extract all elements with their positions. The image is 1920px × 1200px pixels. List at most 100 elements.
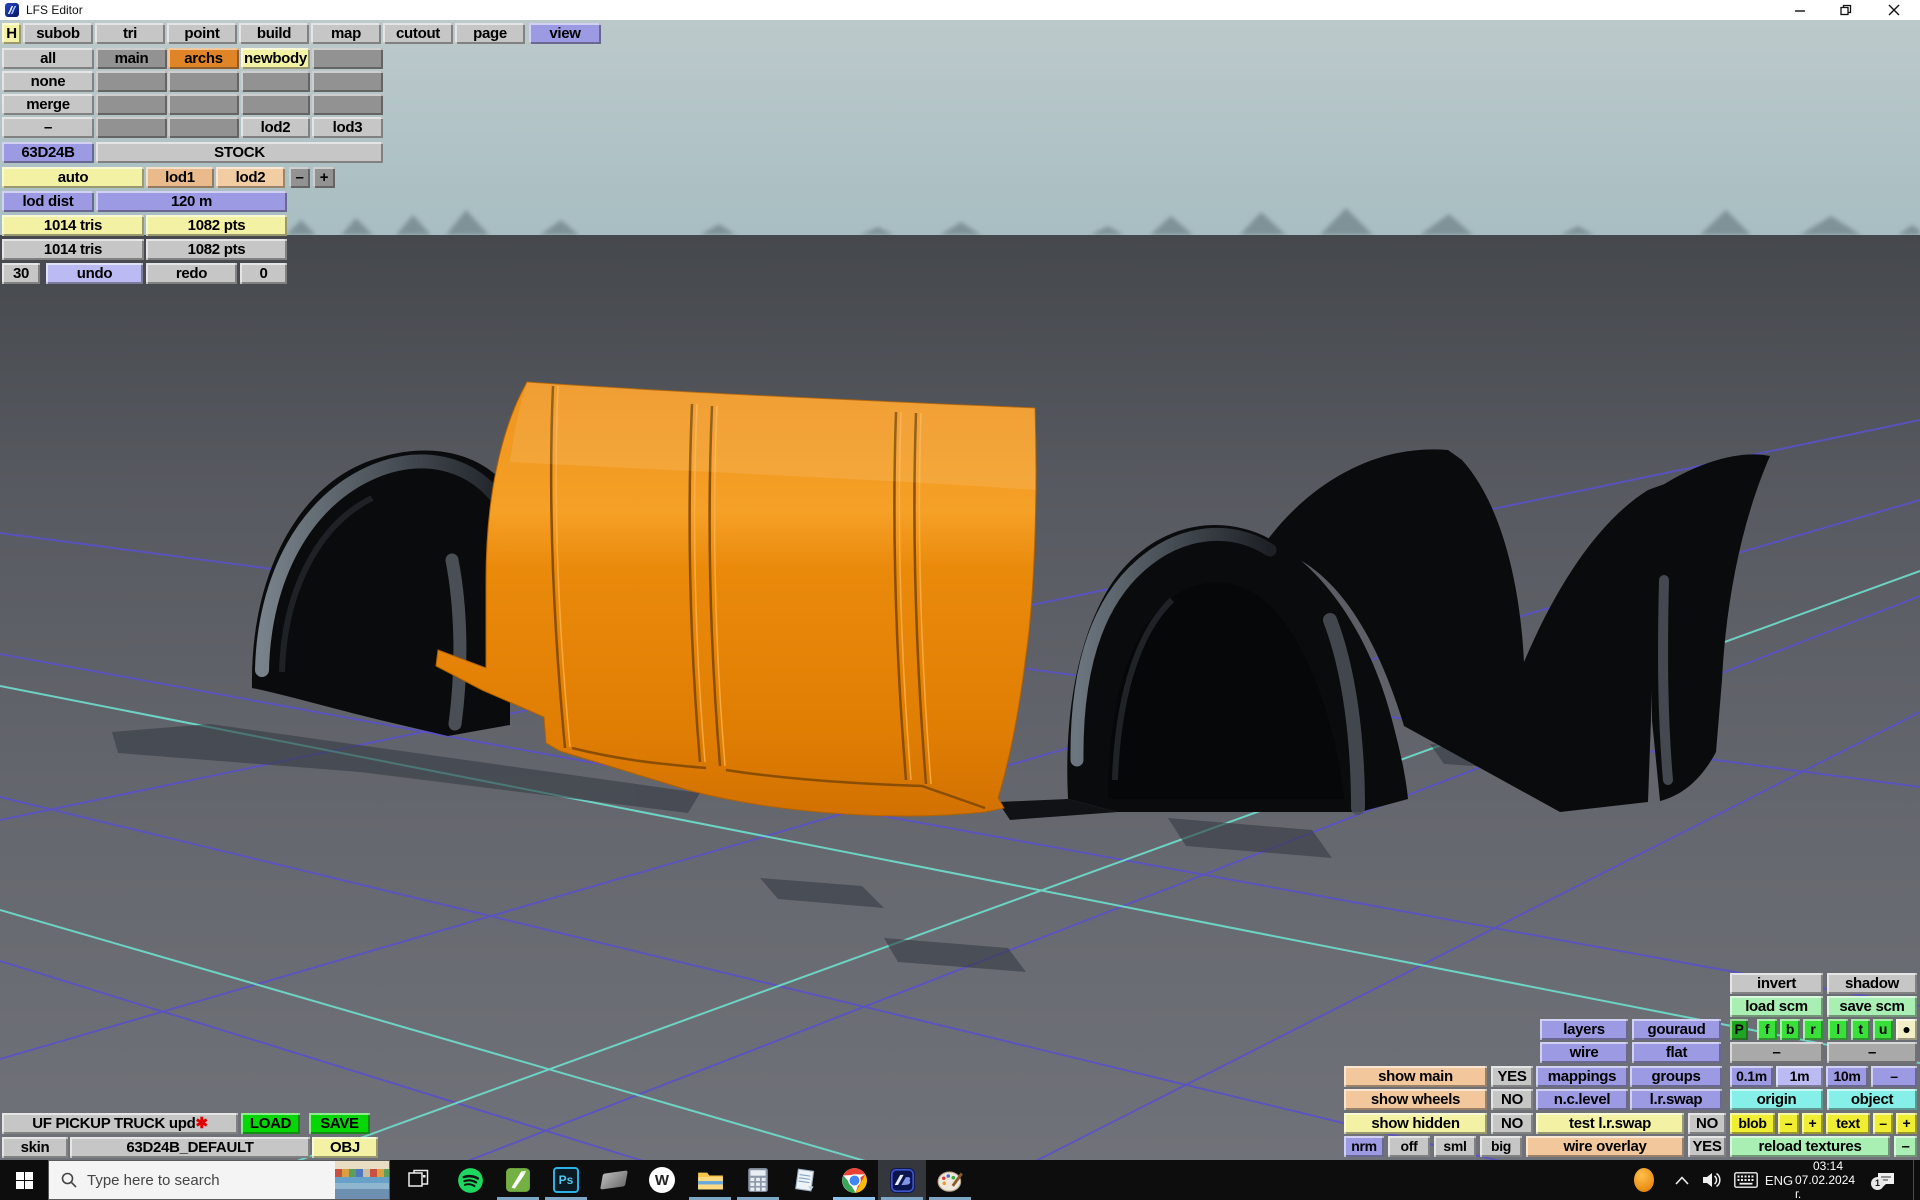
tab-cutout[interactable]: cutout bbox=[383, 23, 453, 44]
tray-touch-keyboard-button[interactable] bbox=[1728, 1160, 1764, 1200]
dash-button[interactable]: – bbox=[2, 117, 94, 138]
grid-dash-button[interactable]: – bbox=[1871, 1066, 1917, 1087]
empty-cell[interactable] bbox=[96, 94, 167, 115]
groups-button[interactable]: groups bbox=[1630, 1066, 1722, 1087]
close-button[interactable] bbox=[1872, 0, 1916, 20]
channel-l-button[interactable]: l bbox=[1828, 1019, 1848, 1040]
undo-button[interactable]: undo bbox=[46, 263, 143, 284]
mappings-button[interactable]: mappings bbox=[1536, 1066, 1628, 1087]
grid-01m-button[interactable]: 0.1m bbox=[1730, 1066, 1773, 1087]
start-button[interactable] bbox=[0, 1160, 48, 1200]
obj-button[interactable]: OBJ bbox=[312, 1137, 378, 1158]
taskbar-w-app-button[interactable]: W bbox=[638, 1160, 686, 1200]
lod3-button[interactable]: lod3 bbox=[312, 117, 383, 138]
empty-cell[interactable] bbox=[312, 94, 383, 115]
channel-r-button[interactable]: r bbox=[1803, 1019, 1823, 1040]
nrm-big-button[interactable]: big bbox=[1480, 1136, 1522, 1157]
text-button[interactable]: text bbox=[1826, 1113, 1870, 1134]
taskbar-paint-button[interactable] bbox=[926, 1160, 974, 1200]
grid-10m-button[interactable]: 10m bbox=[1826, 1066, 1868, 1087]
channel-u-button[interactable]: u bbox=[1873, 1019, 1893, 1040]
load-button[interactable]: LOAD bbox=[241, 1113, 300, 1134]
model-id-button[interactable]: 63D24B bbox=[2, 142, 94, 163]
lod-auto-button[interactable]: auto bbox=[2, 167, 144, 188]
dash-button[interactable]: – bbox=[1730, 1042, 1823, 1063]
skin-label[interactable]: skin bbox=[2, 1137, 68, 1158]
empty-cell[interactable] bbox=[96, 117, 167, 138]
channel-b-button[interactable]: b bbox=[1780, 1019, 1800, 1040]
empty-cell[interactable] bbox=[168, 117, 239, 138]
select-none-button[interactable]: none bbox=[2, 71, 94, 92]
wire-overlay-label[interactable]: wire overlay bbox=[1526, 1136, 1684, 1157]
wire-overlay-toggle[interactable]: YES bbox=[1688, 1136, 1726, 1157]
lod2-button[interactable]: lod2 bbox=[241, 117, 310, 138]
task-view-button[interactable] bbox=[394, 1160, 442, 1200]
channel-t-button[interactable]: t bbox=[1851, 1019, 1870, 1040]
nrm-sml-button[interactable]: sml bbox=[1434, 1136, 1476, 1157]
channel-p-button[interactable]: P bbox=[1730, 1019, 1748, 1040]
taskbar-calculator-button[interactable] bbox=[734, 1160, 782, 1200]
empty-cell[interactable] bbox=[168, 71, 239, 92]
taskbar-chrome-button[interactable] bbox=[830, 1160, 878, 1200]
load-scm-button[interactable]: load scm bbox=[1730, 996, 1823, 1017]
taskbar-gray-app-button[interactable] bbox=[590, 1160, 638, 1200]
taskbar-explorer-button[interactable] bbox=[686, 1160, 734, 1200]
nrm-off-button[interactable]: off bbox=[1388, 1136, 1430, 1157]
text-plus-button[interactable]: + bbox=[1896, 1113, 1917, 1134]
lrswap-button[interactable]: l.r.swap bbox=[1630, 1089, 1722, 1110]
lod2-select-button[interactable]: lod2 bbox=[216, 167, 285, 188]
show-hidden-toggle[interactable]: NO bbox=[1491, 1113, 1533, 1134]
textures-dash-button[interactable]: – bbox=[1894, 1136, 1917, 1157]
tray-app-button[interactable] bbox=[1628, 1160, 1660, 1200]
tab-page[interactable]: page bbox=[455, 23, 525, 44]
tray-language-button[interactable]: ENG bbox=[1762, 1160, 1796, 1200]
restore-button[interactable] bbox=[1824, 0, 1868, 20]
viewport-3d[interactable] bbox=[0, 20, 1920, 1160]
show-wheels-toggle[interactable]: NO bbox=[1491, 1089, 1533, 1110]
redo-button[interactable]: redo bbox=[146, 263, 237, 284]
blob-plus-button[interactable]: + bbox=[1802, 1113, 1823, 1134]
nclevel-button[interactable]: n.c.level bbox=[1536, 1089, 1628, 1110]
show-hidden-label[interactable]: show hidden bbox=[1344, 1113, 1487, 1134]
empty-cell[interactable] bbox=[312, 48, 383, 69]
lod-plus-button[interactable]: + bbox=[313, 167, 335, 188]
taskbar-photoshop-button[interactable]: Ps bbox=[542, 1160, 590, 1200]
skin-name-button[interactable]: 63D24B_DEFAULT bbox=[70, 1137, 310, 1158]
show-wheels-label[interactable]: show wheels bbox=[1344, 1089, 1487, 1110]
save-scm-button[interactable]: save scm bbox=[1827, 996, 1917, 1017]
layers-button[interactable]: layers bbox=[1540, 1019, 1628, 1040]
empty-cell[interactable] bbox=[241, 71, 310, 92]
channel-dot-button[interactable]: ● bbox=[1896, 1019, 1917, 1040]
wire-button[interactable]: wire bbox=[1540, 1042, 1628, 1063]
show-main-label[interactable]: show main bbox=[1344, 1066, 1487, 1087]
nrm-button[interactable]: nrm bbox=[1344, 1136, 1384, 1157]
taskbar-spotify-button[interactable] bbox=[446, 1160, 494, 1200]
empty-cell[interactable] bbox=[241, 94, 310, 115]
blob-button[interactable]: blob bbox=[1730, 1113, 1775, 1134]
empty-cell[interactable] bbox=[168, 94, 239, 115]
tab-tri[interactable]: tri bbox=[95, 23, 165, 44]
show-desktop-button[interactable] bbox=[1913, 1160, 1920, 1200]
save-button[interactable]: SAVE bbox=[309, 1113, 370, 1134]
lod-dist-value[interactable]: 120 m bbox=[96, 191, 287, 212]
tab-subob[interactable]: subob bbox=[23, 23, 93, 44]
model-name-button[interactable]: STOCK bbox=[96, 142, 383, 163]
tab-point[interactable]: point bbox=[167, 23, 237, 44]
lod-minus-button[interactable]: – bbox=[289, 167, 310, 188]
filename-button[interactable]: UF PICKUP TRUCK upd✱ bbox=[2, 1113, 238, 1134]
test-lrswap-toggle[interactable]: NO bbox=[1688, 1113, 1726, 1134]
object-button[interactable]: object bbox=[1827, 1089, 1917, 1110]
text-minus-button[interactable]: – bbox=[1873, 1113, 1893, 1134]
tab-h[interactable]: H bbox=[2, 23, 21, 44]
tab-map[interactable]: map bbox=[311, 23, 381, 44]
dash-button[interactable]: – bbox=[1827, 1042, 1917, 1063]
merge-button[interactable]: merge bbox=[2, 94, 94, 115]
minimize-button[interactable] bbox=[1778, 0, 1822, 20]
gouraud-button[interactable]: gouraud bbox=[1632, 1019, 1721, 1040]
empty-cell[interactable] bbox=[96, 71, 167, 92]
tray-volume-button[interactable] bbox=[1696, 1160, 1728, 1200]
tray-notifications-button[interactable]: 1 bbox=[1866, 1160, 1906, 1200]
taskbar-notepad-button[interactable] bbox=[782, 1160, 830, 1200]
reload-textures-button[interactable]: reload textures bbox=[1730, 1136, 1890, 1157]
group-newbody-button[interactable]: newbody bbox=[241, 48, 310, 69]
